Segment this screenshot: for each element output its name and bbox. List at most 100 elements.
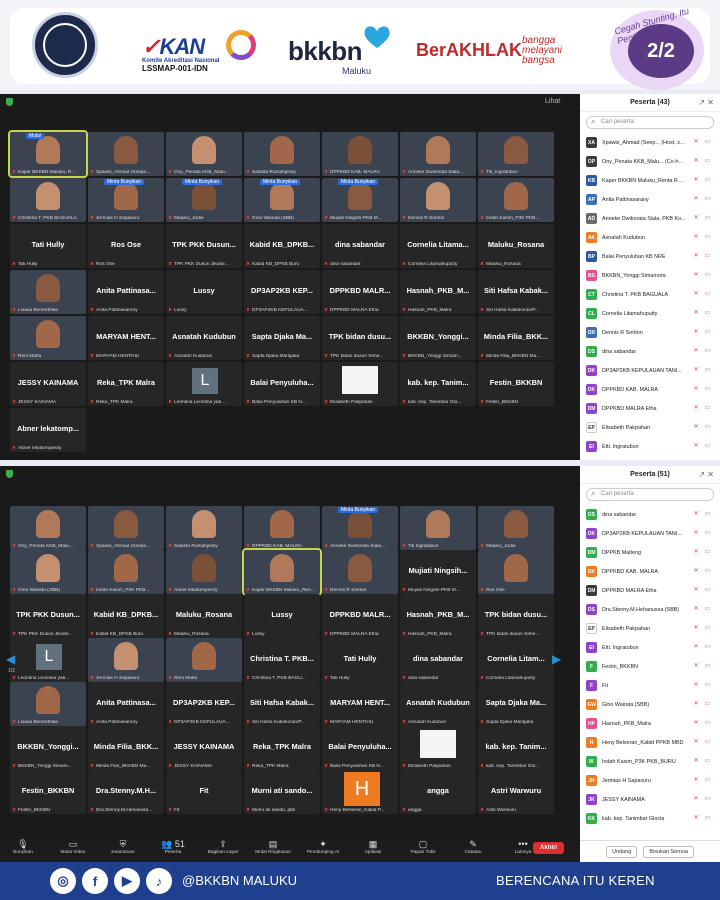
toolbar-button-apps[interactable]: ▦ Aplikasi xyxy=(350,839,396,855)
participant-tile[interactable]: TPK bidan dusu... TPK bidan dusun Sehe... xyxy=(478,594,554,638)
participant-tile[interactable]: TPK bidan dusu... TPK bidan dusun Sehe... xyxy=(322,316,398,360)
participant-tile[interactable]: Abner lekatompessy xyxy=(166,550,242,594)
participant-tile[interactable]: Indah Kasim_P3K PKB... xyxy=(88,550,164,594)
participant-tile[interactable]: Titi_Ingratubun xyxy=(478,132,554,176)
participant-tile[interactable]: Murni ati sando... Murni ati sando, pkb xyxy=(244,770,320,814)
participant-tile[interactable]: Maluku_Rosana Maluku_Rosana xyxy=(478,224,554,268)
participant-search-input[interactable]: Cari peserta xyxy=(586,116,714,129)
participant-tile[interactable]: dina sabandar dina sabandar xyxy=(322,224,398,268)
toolbar-button-share[interactable]: ⇪ Bagikan Layar xyxy=(200,839,246,855)
participant-tile[interactable]: Asnatah Kudubun Asnatah Kudubun xyxy=(166,316,242,360)
close-icon[interactable]: ↗ ✕ xyxy=(698,94,714,112)
toolbar-button-notes[interactable]: ✎ Catatan xyxy=(450,839,496,855)
participant-row[interactable]: AD Anneke Dwikorata Siala. PKB Ko... ✕ ▭ xyxy=(580,209,720,228)
participant-tile[interactable]: Ony_Penata KKB_Malu... xyxy=(10,506,86,550)
participant-tile[interactable]: Lussy Lussy xyxy=(244,594,320,638)
prev-page-arrow-icon[interactable]: ◀ xyxy=(6,652,15,666)
mute-all-button[interactable]: Bisukan Semua xyxy=(643,845,694,858)
toolbar-button-mic[interactable]: 🎙 Bunyikan xyxy=(0,839,46,855)
participant-row[interactable]: DS dina sabandar ✕ ▭ xyxy=(580,342,720,361)
participant-tile[interactable]: BKKBN_Yonggi... BKKBN_Yonggi Simam... xyxy=(10,726,86,770)
participant-tile[interactable]: Siti Hafsa Kabak... Siti Hafsa Kabakoran/… xyxy=(244,682,320,726)
participant-tile[interactable]: kab. kep. Tanim... kab. kep. Tanimbar Glo… xyxy=(400,362,476,406)
participant-row[interactable]: F Fit ✕ ▭ xyxy=(580,676,720,695)
participant-tile[interactable]: Tati Hully Tati Hully xyxy=(10,224,86,268)
participant-tile[interactable]: Elisabeth Pakpahan xyxy=(400,726,476,770)
participant-tile[interactable]: Mulai Kaper BKKBN Maluku, R... xyxy=(8,130,88,178)
participant-tile[interactable]: Abner lekatomp... Abner lekatompessy xyxy=(10,408,86,452)
participant-tile[interactable]: Ros Ose xyxy=(478,550,554,594)
participant-tile[interactable]: Salasta Rumahjessy xyxy=(244,132,320,176)
participant-row[interactable]: DK DP3AP2KB KEPULAUAN TANIMB... ✕ ▭ xyxy=(580,361,720,380)
instagram-icon[interactable]: ◎ xyxy=(50,868,76,894)
participant-tile[interactable]: H Heny Belseran_Kabid P... xyxy=(322,770,398,814)
participant-tile[interactable]: Jermias H Sapasuru xyxy=(88,638,164,682)
toolbar-button-shield[interactable]: ⛨ Keamanan xyxy=(100,839,146,855)
participant-tile[interactable]: Ros Ose Ros Ose xyxy=(88,224,164,268)
toolbar-button-whiteboard[interactable]: ▢ Papan Tulis xyxy=(400,839,446,855)
participant-tile[interactable]: TPK PKK Dusun... TPK PKK Dusun Jikube... xyxy=(166,224,242,268)
youtube-icon[interactable]: ▶ xyxy=(114,868,140,894)
participant-tile[interactable]: BKKBN_Yonggi... BKKBN_Yonggi Simam... xyxy=(400,316,476,360)
facebook-icon[interactable]: f xyxy=(82,868,108,894)
participant-row[interactable]: KB Kaper BKKBN Maluku_Renta Rego ✕ ▭ xyxy=(580,171,720,190)
participant-tile[interactable]: Cornelia Litam... Cornelia Litamahuputty xyxy=(478,638,554,682)
participant-tile[interactable]: Balai Penyuluha... Balai Penyuluhan KB N.… xyxy=(322,726,398,770)
participant-row[interactable]: DM DPPKBD MALRA Etha ✕ ▭ xyxy=(580,399,720,418)
participant-tile[interactable]: Dennis R Soriton xyxy=(400,178,476,222)
participant-tile[interactable]: Reni Malra xyxy=(166,638,242,682)
participant-row[interactable]: DS dina sabandar ✕ ▭ xyxy=(580,505,720,524)
participant-row[interactable]: IK Indah Kasim_P3K PKB_BURU ✕ ▭ xyxy=(580,752,720,771)
toolbar-button-summary[interactable]: ▤ Mulai Ringkasan xyxy=(250,839,296,855)
participant-tile[interactable]: Minta Bunyikan Maluku_Judie xyxy=(166,178,242,222)
toolbar-button-assistant[interactable]: ✦ Pendamping AI xyxy=(300,839,346,855)
participant-tile[interactable]: MARYAM HENT... MARYAM HENTIHU xyxy=(322,682,398,726)
participant-tile[interactable]: DP3AP2KB KEP... DP3AP2KB KEPULAUA... xyxy=(166,682,242,726)
participant-row[interactable]: AK Asnatah Kudubun ✕ ▭ xyxy=(580,228,720,247)
participant-tile[interactable]: Minta Bunyikan Anneke Dwikorata Siala... xyxy=(322,506,398,550)
participant-tile[interactable]: Hasnah_PKB_M... Hasnah_PKB_Malra xyxy=(400,270,476,314)
close-icon[interactable]: ↗ ✕ xyxy=(698,466,714,484)
participant-tile[interactable]: Louisa Berendhika xyxy=(10,682,86,726)
participant-tile[interactable]: Reka_TPK Malra Reka_TPK Malra xyxy=(244,726,320,770)
participant-tile[interactable]: Elisabeth Pakpahan xyxy=(322,362,398,406)
participant-tile[interactable]: Lussy Lussy xyxy=(166,270,242,314)
participant-row[interactable]: KK kab. kep. Tanimbar Glocia ✕ ▭ xyxy=(580,809,720,828)
participant-tile[interactable]: Anita Pattinasa... Anita Pattinasarany xyxy=(88,270,164,314)
tiktok-icon[interactable]: ♪ xyxy=(146,868,172,894)
toolbar-button-video[interactable]: ▭ Mulai Video xyxy=(50,839,96,855)
participant-tile[interactable]: Cornelia Litama... Cornelia Litamahuputty xyxy=(400,224,476,268)
invite-button[interactable]: Undang xyxy=(606,845,638,858)
participant-tile[interactable]: Minda Filia_BKK... Minda Filia_BKKBN Ma..… xyxy=(88,726,164,770)
participant-tile[interactable]: JESSY KAINAMA JESSY KAINAMA xyxy=(166,726,242,770)
participant-tile[interactable]: Asnatah Kudubun Asnatah Kudubun xyxy=(400,682,476,726)
participant-tile[interactable]: Maluku_Judie xyxy=(478,506,554,550)
participant-tile[interactable]: Kabid KB_DPKB... Kabid KB_DPKB Buru xyxy=(88,594,164,638)
participant-tile[interactable]: Mujiati Ningsih... Mujiati Ningsih-PKB M.… xyxy=(400,550,476,594)
participant-tile[interactable]: Xpawis_Ahmad (Seepo... xyxy=(88,132,164,176)
participant-tile[interactable]: Hasnah_PKB_M... Hasnah_PKB_Malra xyxy=(400,594,476,638)
participant-row[interactable]: DK DP3AP2KB KEPULAUAN TANIMB... ✕ ▭ xyxy=(580,524,720,543)
participant-tile[interactable]: Festin_BKKBN Festin_BKKBN xyxy=(10,770,86,814)
participant-tile[interactable]: Ony_Penata KKB_Malu... xyxy=(166,132,242,176)
participant-row[interactable]: XA Xpawis_Ahmad (Seep... (Host, saya) ✕ ▭ xyxy=(580,133,720,152)
participant-row[interactable]: DM DPPKBD MALRA Etha ✕ ▭ xyxy=(580,581,720,600)
participant-tile[interactable]: Gino Wairata (SBB) xyxy=(10,550,86,594)
participant-tile[interactable]: kab. kep. Tanim... kab. kep. Tanimbar Glo… xyxy=(478,726,554,770)
participant-tile[interactable]: DPPKBD KAB. MALRA xyxy=(244,506,320,550)
participant-tile[interactable]: Minta Bunyikan Mujiati Ningsih-PKB M... xyxy=(322,178,398,222)
participant-row[interactable]: CT Christina T. PKB BAGUALA ✕ ▭ xyxy=(580,285,720,304)
participant-tile[interactable]: Reni Malra xyxy=(10,316,86,360)
participant-tile[interactable]: DP3AP2KB KEP... DP3AP2KB KEPULAUA... xyxy=(244,270,320,314)
participant-row[interactable]: DM DPPKB Malteng ✕ ▭ xyxy=(580,543,720,562)
participant-tile[interactable]: Christina T. PKB BAGUALA xyxy=(10,178,86,222)
participant-tile[interactable]: Fit Fit xyxy=(166,770,242,814)
participant-tile[interactable]: Astri Warwuru Astri Warwuru xyxy=(478,770,554,814)
participant-row[interactable]: HP Hasnah_PKB_Malra ✕ ▭ xyxy=(580,714,720,733)
participant-row[interactable]: BS BKKBN_Yonggi Simamora ✕ ▭ xyxy=(580,266,720,285)
participant-tile[interactable]: Indah Kasim_P3K PKB... xyxy=(478,178,554,222)
participant-tile[interactable]: Titi Ingratubun xyxy=(400,506,476,550)
participant-row[interactable]: EI Etti. Ingratubun ✕ ▭ xyxy=(580,638,720,657)
participant-row[interactable]: GW Gino Wairata (SBB) ✕ ▭ xyxy=(580,695,720,714)
participant-row[interactable]: CL Cornelia Litamahuputty ✕ ▭ xyxy=(580,304,720,323)
